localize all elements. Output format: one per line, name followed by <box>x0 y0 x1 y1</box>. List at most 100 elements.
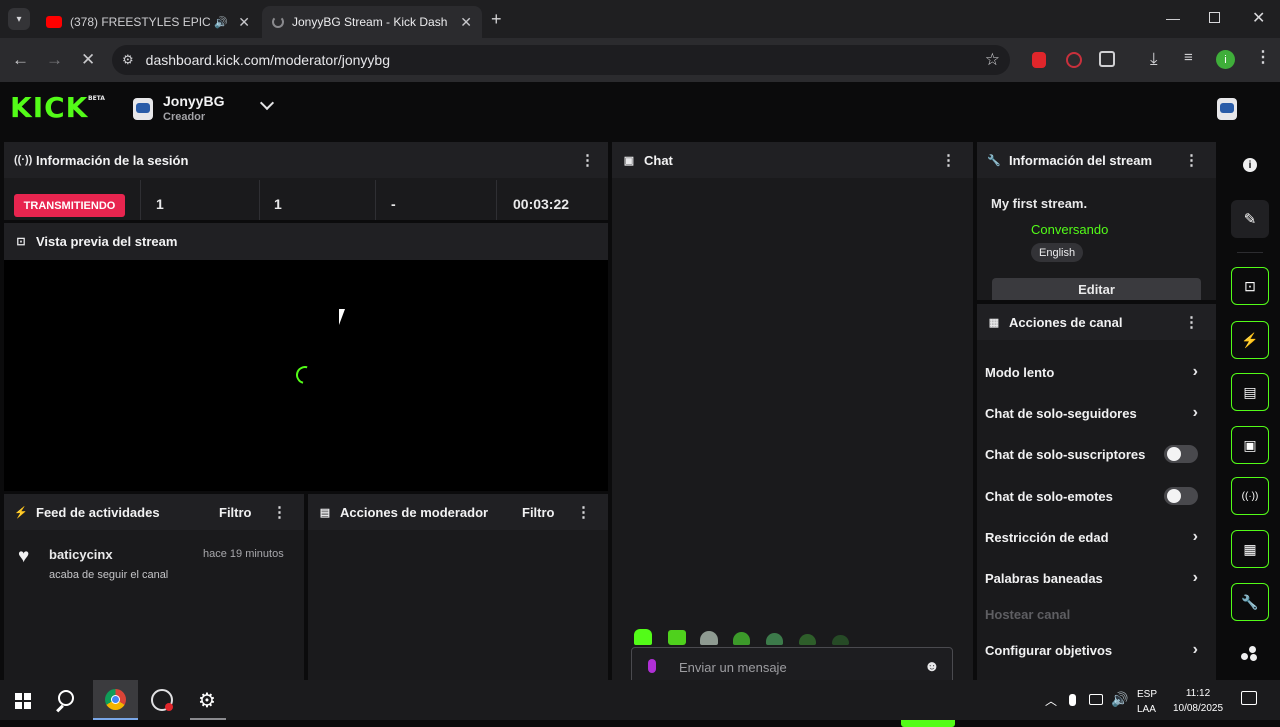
log-icon: ▤ <box>319 506 331 519</box>
browser-tab-youtube[interactable]: (378) FREESTYLES EPICOS D 🔊 ✕ <box>36 6 260 38</box>
volume-icon[interactable]: 🔊 <box>1111 691 1128 708</box>
header-avatar[interactable] <box>1217 98 1237 120</box>
chat-header: ▣ Chat ⋮ <box>612 142 973 178</box>
activity-feed-widget-icon[interactable]: ⚡ <box>1231 321 1269 359</box>
username[interactable]: JonyyBG <box>163 93 224 109</box>
logo-text: KICK <box>10 91 89 124</box>
filter-button[interactable]: Filtro <box>219 505 252 520</box>
lightning-icon: ⚡ <box>14 506 28 519</box>
subscribers-only-toggle[interactable] <box>1164 445 1198 463</box>
channel-action-slow-mode[interactable]: Modo lento › <box>985 362 1208 382</box>
settings-gear-icon[interactable]: ⚙ <box>198 688 216 713</box>
recording-dot-icon <box>165 703 173 711</box>
channel-icon: ▦ <box>988 316 1000 329</box>
stat-value: - <box>391 196 396 212</box>
browser-menu-icon[interactable]: ⋮ <box>1255 47 1271 67</box>
panel-title: Acciones de canal <box>1009 314 1123 330</box>
chevron-down-icon[interactable] <box>259 95 275 111</box>
chevron-right-icon: › <box>1192 641 1198 658</box>
stop-loading-icon[interactable]: ✕ <box>81 51 95 68</box>
site-settings-icon[interactable]: ⚙ <box>122 52 134 68</box>
more-options-icon[interactable]: ⋮ <box>1184 151 1199 169</box>
chevron-right-icon: › <box>1192 569 1198 586</box>
stream-preview-header: ⊡ Vista previa del stream <box>4 223 608 260</box>
forward-icon[interactable]: → <box>46 51 63 68</box>
emote-icon[interactable] <box>634 629 652 645</box>
clock-time: 11:12 <box>1185 688 1211 699</box>
stream-preview-widget-icon[interactable]: ⊡ <box>1231 267 1269 305</box>
channel-action-host-channel: Hostear canal <box>985 604 1208 624</box>
channel-action-banned-words[interactable]: Palabras baneadas › <box>985 568 1208 588</box>
windows-start-icon[interactable] <box>15 693 31 709</box>
stream-title: My first stream. <box>991 196 1088 211</box>
channel-action-emotes-only: Chat de solo-emotes <box>985 486 1208 506</box>
emote-icon[interactable] <box>733 632 750 645</box>
close-window-icon[interactable]: ✕ <box>1252 8 1265 28</box>
chat-widget-icon[interactable]: ▣ <box>1231 426 1269 464</box>
input-language[interactable]: ESP LAA <box>1137 687 1157 717</box>
emote-icon[interactable] <box>832 635 849 645</box>
minimize-icon[interactable]: — <box>1166 10 1180 26</box>
profile-avatar[interactable]: i <box>1216 50 1235 69</box>
more-options-icon[interactable]: ⋮ <box>576 503 591 521</box>
clock[interactable]: 11:12 10/08/2025 <box>1166 686 1230 716</box>
search-icon[interactable] <box>58 690 74 706</box>
kick-logo[interactable]: KICK BETA <box>10 91 105 124</box>
more-options-icon[interactable]: ⋮ <box>272 503 287 521</box>
mod-log-widget-icon[interactable]: ▤ <box>1231 373 1269 411</box>
extension-badge-icon[interactable] <box>1066 52 1082 68</box>
close-tab-icon[interactable]: ✕ <box>238 14 250 31</box>
session-info-widget-icon[interactable]: ((·)) <box>1231 477 1269 515</box>
close-tab-icon[interactable]: ✕ <box>460 14 472 31</box>
stream-category[interactable]: Conversando <box>1031 222 1108 237</box>
extensions-puzzle-icon[interactable] <box>1099 51 1115 67</box>
address-bar[interactable]: ⚙ dashboard.kick.com/moderator/jonyybg ☆ <box>112 45 1010 75</box>
emote-icon[interactable] <box>668 630 686 645</box>
more-options-icon[interactable]: ⋮ <box>580 151 595 169</box>
browser-tab-kick[interactable]: JonyyBG Stream - Kick Dashbo ✕ <box>262 6 482 38</box>
new-tab-icon[interactable]: + <box>491 9 502 30</box>
microphone-tray-icon[interactable] <box>1069 694 1076 706</box>
language-code: ESP <box>1137 689 1158 700</box>
stream-info-widget-icon[interactable]: 🔧 <box>1231 583 1269 621</box>
extension-red-icon[interactable] <box>1032 52 1046 68</box>
channel-action-goals[interactable]: Configurar objetivos › <box>985 640 1208 660</box>
edit-button[interactable]: Editar <box>992 278 1201 300</box>
tab-search-button[interactable]: ▾ <box>8 8 30 30</box>
channel-action-age-restriction[interactable]: Restricción de edad › <box>985 527 1208 547</box>
back-icon[interactable]: ← <box>12 51 29 68</box>
more-options-icon[interactable]: ⋮ <box>941 151 956 169</box>
edit-layout-button[interactable]: ✎ <box>1231 200 1269 238</box>
url-text[interactable]: dashboard.kick.com/moderator/jonyybg <box>146 52 390 68</box>
bookmark-star-icon[interactable]: ☆ <box>985 50 1000 70</box>
action-label: Restricción de edad <box>985 529 1109 545</box>
channel-action-subscribers-only: Chat de solo-suscriptores <box>985 444 1208 464</box>
filter-button[interactable]: Filtro <box>522 505 555 520</box>
channel-actions-widget-icon[interactable]: ▦ <box>1231 530 1269 568</box>
emotes-only-toggle[interactable] <box>1164 487 1198 505</box>
notifications-icon[interactable] <box>1241 691 1257 705</box>
panel-title: Información del stream <box>1009 152 1153 168</box>
emoji-picker-icon[interactable]: ☻ <box>924 658 940 675</box>
action-label: Configurar objetivos <box>985 642 1113 658</box>
info-icon[interactable]: i <box>1243 158 1257 172</box>
microphone-icon[interactable] <box>648 659 656 673</box>
downloads-icon[interactable]: ⤓ <box>1150 49 1158 69</box>
activity-user[interactable]: baticycinx <box>49 547 113 562</box>
restore-icon[interactable] <box>1209 12 1220 23</box>
avatar[interactable] <box>133 98 153 120</box>
emote-icon[interactable] <box>766 633 783 645</box>
channel-actions-header: ▦ Acciones de canal ⋮ <box>977 304 1216 340</box>
tray-chevron-icon[interactable]: ︿ <box>1045 692 1057 709</box>
media-control-icon[interactable]: ≡ <box>1184 49 1193 66</box>
channel-action-followers-only[interactable]: Chat de solo-seguidores › <box>985 403 1208 423</box>
emote-icon[interactable] <box>799 634 816 645</box>
emote-icon[interactable] <box>700 631 718 645</box>
chat-icon: ▣ <box>623 154 635 167</box>
more-widgets-icon[interactable] <box>1241 645 1259 663</box>
list-item: ♥ baticycinx hace 19 minutos acaba de se… <box>4 542 304 586</box>
chrome-taskbar-button[interactable] <box>93 680 138 720</box>
more-options-icon[interactable]: ⋮ <box>1184 313 1199 331</box>
session-info-panel: ((·)) Información de la sesión ⋮ TRANSMI… <box>4 142 608 220</box>
network-icon[interactable] <box>1089 694 1103 705</box>
